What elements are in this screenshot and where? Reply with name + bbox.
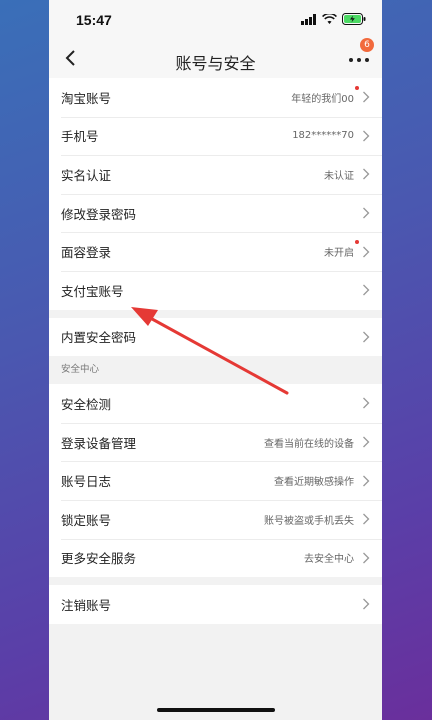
row-more-security-services[interactable]: 更多安全服务 去安全中心 (49, 538, 382, 578)
row-label: 淘宝账号 (61, 90, 112, 106)
more-dots-icon[interactable] (348, 54, 370, 64)
phone-screen: 15:47 账号与安全 6 淘宝账号 年轻的我们00 手机号 182******… (49, 0, 382, 720)
status-bar: 15:47 (49, 0, 382, 40)
row-label: 面容登录 (61, 245, 112, 261)
row-label: 修改登录密码 (61, 206, 137, 222)
red-dot-indicator (355, 240, 359, 245)
row-builtin-security-password[interactable]: 内置安全密码 (49, 318, 382, 357)
row-login-device-management[interactable]: 登录设备管理 查看当前在线的设备 (49, 422, 382, 462)
row-phone-number[interactable]: 手机号 182******70 (49, 116, 382, 156)
nav-bar: 账号与安全 6 (49, 38, 382, 78)
page-title: 账号与安全 (175, 54, 256, 73)
row-label: 更多安全服务 (61, 551, 137, 567)
chevron-right-icon (363, 598, 370, 610)
wifi-icon (322, 13, 337, 24)
row-label: 锁定账号 (61, 512, 112, 528)
chevron-right-icon (363, 436, 370, 448)
row-value: 未开启 (324, 240, 359, 259)
row-change-login-password[interactable]: 修改登录密码 (49, 193, 382, 233)
row-account-log[interactable]: 账号日志 查看近期敏感操作 (49, 461, 382, 500)
security-center-group: 安全检测 登录设备管理 查看当前在线的设备 账号日志 查看近期敏感操作 锁定账号… (49, 384, 382, 578)
row-cancel-account[interactable]: 注销账号 (49, 585, 382, 624)
row-real-name-auth[interactable]: 实名认证 未认证 (49, 155, 382, 194)
row-value: 未认证 (324, 170, 354, 182)
row-value: 去安全中心 (304, 554, 354, 566)
red-dot-indicator (355, 85, 359, 90)
row-alipay-account[interactable]: 支付宝账号 (49, 270, 382, 310)
row-label: 注销账号 (61, 597, 112, 613)
battery-charging-icon (342, 13, 366, 25)
status-time: 15:47 (76, 12, 112, 28)
row-label: 登录设备管理 (61, 435, 137, 451)
chevron-right-icon (363, 475, 370, 487)
status-icons (301, 13, 366, 25)
notification-badge: 6 (360, 38, 374, 52)
chevron-right-icon (363, 246, 370, 258)
chevron-right-icon (363, 513, 370, 525)
builtin-password-group: 内置安全密码 (49, 317, 382, 357)
row-label: 内置安全密码 (61, 330, 137, 346)
chevron-right-icon (363, 207, 370, 219)
chevron-right-icon (363, 130, 370, 142)
row-label: 安全检测 (61, 396, 112, 412)
row-face-login[interactable]: 面容登录 未开启 (49, 232, 382, 271)
chevron-right-icon (363, 552, 370, 564)
chevron-right-icon (363, 284, 370, 296)
row-value: 查看当前在线的设备 (264, 438, 354, 450)
row-value: 182******70 (292, 130, 354, 142)
row-value: 查看近期敏感操作 (274, 477, 354, 489)
row-lock-account[interactable]: 锁定账号 账号被盗或手机丢失 (49, 499, 382, 539)
chevron-right-icon (363, 91, 370, 103)
account-group: 淘宝账号 年轻的我们00 手机号 182******70 实名认证 未认证 修改… (49, 78, 382, 310)
chevron-right-icon (363, 169, 370, 180)
row-value: 年轻的我们00 (291, 85, 359, 105)
row-label: 账号日志 (61, 474, 112, 490)
home-indicator[interactable] (157, 708, 275, 712)
chevron-right-icon (363, 331, 370, 343)
row-value: 账号被盗或手机丢失 (264, 515, 354, 527)
chevron-right-icon (363, 397, 370, 409)
section-title-security-center: 安全中心 (61, 364, 100, 376)
row-taobao-account[interactable]: 淘宝账号 年轻的我们00 (49, 78, 382, 117)
row-security-check[interactable]: 安全检测 (49, 384, 382, 423)
row-label: 手机号 (61, 129, 99, 145)
signal-icon (301, 13, 316, 25)
row-label: 支付宝账号 (61, 283, 124, 299)
cancel-account-group: 注销账号 (49, 585, 382, 624)
row-label: 实名认证 (61, 167, 112, 183)
